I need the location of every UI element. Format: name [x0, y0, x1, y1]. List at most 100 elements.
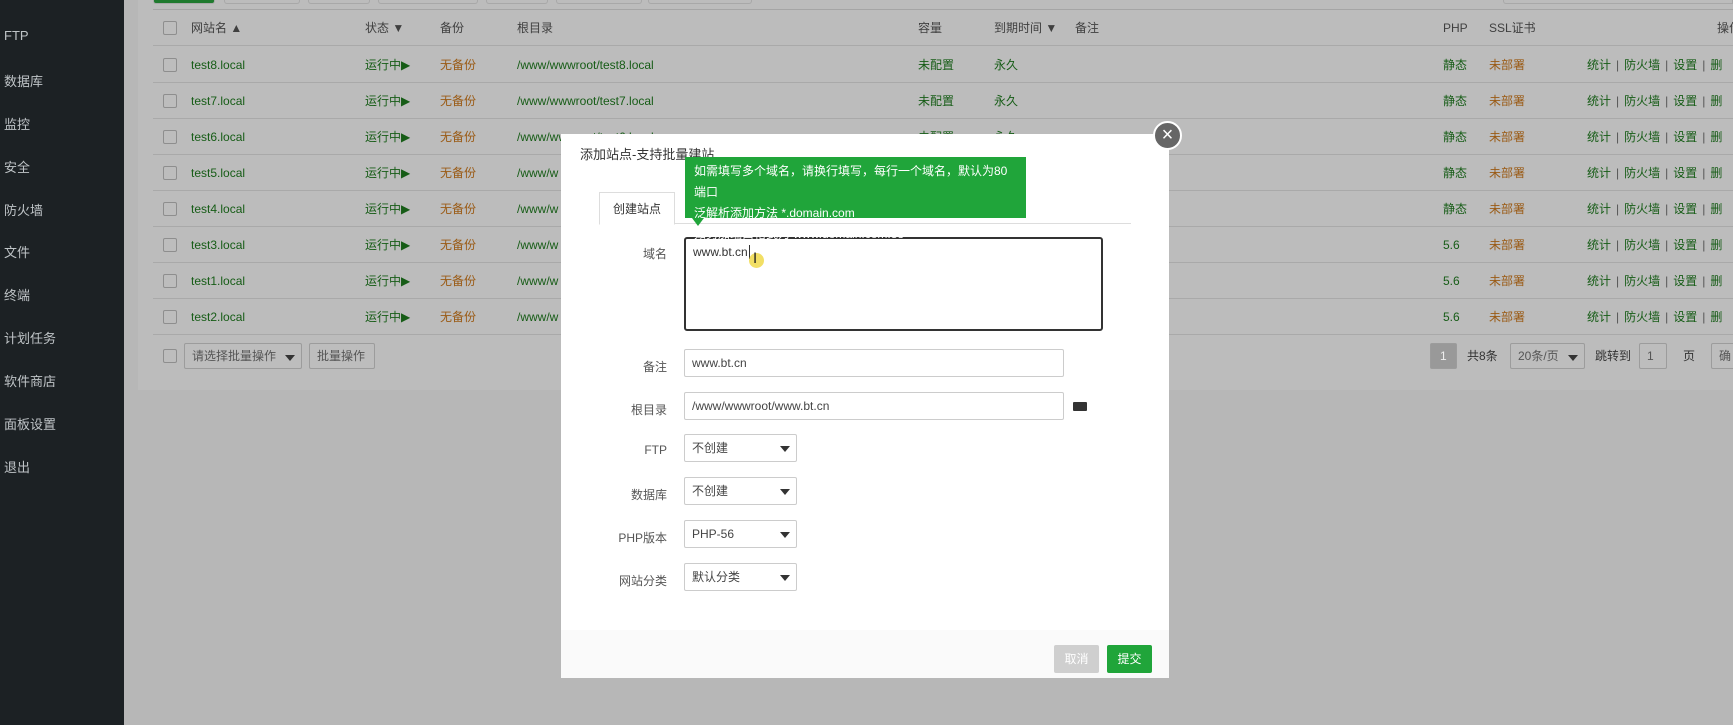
delete-link[interactable]: 删 [1710, 274, 1722, 288]
toolbar-button[interactable] [556, 0, 642, 4]
category-select[interactable]: 默认分类 [684, 563, 797, 591]
site-name-link[interactable]: test3.local [191, 227, 245, 263]
root-path-link[interactable]: /www/w [517, 227, 558, 263]
sidebar-item-app-store[interactable]: 软件商店 [4, 371, 56, 390]
status-toggle[interactable]: 运行中▶ [365, 227, 410, 263]
settings-link[interactable]: 设置 [1673, 94, 1697, 108]
col-name[interactable]: 网站名 ▲ [191, 10, 242, 46]
php-version-link[interactable]: 5.6 [1443, 263, 1460, 299]
toolbar-button[interactable] [308, 0, 370, 4]
status-toggle[interactable]: 运行中▶ [365, 155, 410, 191]
submit-button[interactable]: 提交 [1107, 645, 1152, 673]
delete-link[interactable]: 删 [1710, 310, 1722, 324]
root-path-link[interactable]: /www/wwwroot/test7.local [517, 83, 654, 119]
firewall-link[interactable]: 防火墙 [1624, 94, 1660, 108]
row-checkbox[interactable] [163, 130, 177, 144]
ssl-link[interactable]: 未部署 [1489, 191, 1525, 227]
sidebar-item-database[interactable]: 数据库 [4, 71, 43, 90]
status-toggle[interactable]: 运行中▶ [365, 119, 410, 155]
php-version-link[interactable]: 静态 [1443, 83, 1467, 119]
quota-link[interactable]: 未配置 [918, 47, 954, 83]
status-toggle[interactable]: 运行中▶ [365, 191, 410, 227]
root-path-link[interactable]: /www/w [517, 299, 558, 335]
settings-link[interactable]: 设置 [1673, 166, 1697, 180]
per-page-select[interactable]: 20条/页 [1510, 343, 1585, 369]
select-all-checkbox[interactable] [163, 21, 177, 35]
stats-link[interactable]: 统计 [1587, 130, 1611, 144]
delete-link[interactable]: 删 [1710, 58, 1722, 72]
database-select[interactable]: 不创建 [684, 477, 797, 505]
backup-link[interactable]: 无备份 [440, 191, 476, 227]
col-expire[interactable]: 到期时间 ▼ [994, 10, 1057, 46]
settings-link[interactable]: 设置 [1673, 238, 1697, 252]
settings-link[interactable]: 设置 [1673, 274, 1697, 288]
stats-link[interactable]: 统计 [1587, 94, 1611, 108]
tab-create-site[interactable]: 创建站点 [599, 192, 675, 225]
row-checkbox[interactable] [163, 238, 177, 252]
sidebar-item-terminal[interactable]: 终端 [4, 285, 30, 304]
close-modal-button[interactable]: × [1153, 121, 1182, 150]
site-name-link[interactable]: test6.local [191, 119, 245, 155]
stats-link[interactable]: 统计 [1587, 310, 1611, 324]
firewall-link[interactable]: 防火墙 [1624, 274, 1660, 288]
backup-link[interactable]: 无备份 [440, 299, 476, 335]
sidebar-item-logout[interactable]: 退出 [4, 457, 30, 476]
php-version-link[interactable]: 静态 [1443, 191, 1467, 227]
status-toggle[interactable]: 运行中▶ [365, 83, 410, 119]
delete-link[interactable]: 删 [1710, 202, 1722, 216]
jump-input[interactable]: 1 [1639, 343, 1667, 369]
row-checkbox[interactable] [163, 310, 177, 324]
domain-textarea[interactable]: www.bt.cn [684, 237, 1103, 331]
root-path-link[interactable]: /www/w [517, 191, 558, 227]
sidebar-item-monitor[interactable]: 监控 [4, 114, 30, 133]
php-version-link[interactable]: 5.6 [1443, 227, 1460, 263]
php-version-link[interactable]: 静态 [1443, 155, 1467, 191]
site-name-link[interactable]: test4.local [191, 191, 245, 227]
ssl-link[interactable]: 未部署 [1489, 47, 1525, 83]
ssl-link[interactable]: 未部署 [1489, 263, 1525, 299]
batch-select[interactable]: 请选择批量操作 [184, 343, 302, 369]
jump-confirm-button[interactable]: 确 [1711, 343, 1733, 369]
backup-link[interactable]: 无备份 [440, 83, 476, 119]
root-path-link[interactable]: /www/w [517, 263, 558, 299]
add-site-button[interactable] [153, 0, 215, 4]
sidebar-item-panel-settings[interactable]: 面板设置 [4, 414, 56, 433]
firewall-link[interactable]: 防火墙 [1624, 130, 1660, 144]
php-version-link[interactable]: 静态 [1443, 119, 1467, 155]
site-name-link[interactable]: test5.local [191, 155, 245, 191]
row-checkbox[interactable] [163, 94, 177, 108]
stats-link[interactable]: 统计 [1587, 274, 1611, 288]
status-toggle[interactable]: 运行中▶ [365, 263, 410, 299]
firewall-link[interactable]: 防火墙 [1624, 238, 1660, 252]
row-checkbox[interactable] [163, 166, 177, 180]
row-checkbox[interactable] [163, 202, 177, 216]
site-name-link[interactable]: test7.local [191, 83, 245, 119]
batch-button[interactable]: 批量操作 [309, 343, 375, 369]
col-status[interactable]: 状态 ▼ [365, 10, 404, 46]
quota-link[interactable]: 未配置 [918, 83, 954, 119]
page-current[interactable]: 1 [1430, 343, 1457, 369]
ftp-select[interactable]: 不创建 [684, 434, 797, 462]
backup-link[interactable]: 无备份 [440, 227, 476, 263]
status-toggle[interactable]: 运行中▶ [365, 299, 410, 335]
folder-open-icon[interactable] [1073, 402, 1087, 411]
sidebar-item-security[interactable]: 安全 [4, 157, 30, 176]
php-version-link[interactable]: 5.6 [1443, 299, 1460, 335]
backup-link[interactable]: 无备份 [440, 155, 476, 191]
expire-link[interactable]: 永久 [994, 47, 1018, 83]
root-path-link[interactable]: /www/wwwroot/test8.local [517, 47, 654, 83]
footer-checkbox[interactable] [163, 349, 177, 363]
ssl-link[interactable]: 未部署 [1489, 83, 1525, 119]
cancel-button[interactable]: 取消 [1054, 645, 1099, 673]
backup-link[interactable]: 无备份 [440, 47, 476, 83]
ssl-link[interactable]: 未部署 [1489, 299, 1525, 335]
sidebar-item-cron[interactable]: 计划任务 [4, 328, 56, 347]
toolbar-button[interactable] [648, 0, 752, 4]
php-version-select[interactable]: PHP-56 [684, 520, 797, 548]
note-input[interactable]: www.bt.cn [684, 349, 1064, 377]
settings-link[interactable]: 设置 [1673, 130, 1697, 144]
settings-link[interactable]: 设置 [1673, 202, 1697, 216]
firewall-link[interactable]: 防火墙 [1624, 166, 1660, 180]
stats-link[interactable]: 统计 [1587, 238, 1611, 252]
status-toggle[interactable]: 运行中▶ [365, 47, 410, 83]
